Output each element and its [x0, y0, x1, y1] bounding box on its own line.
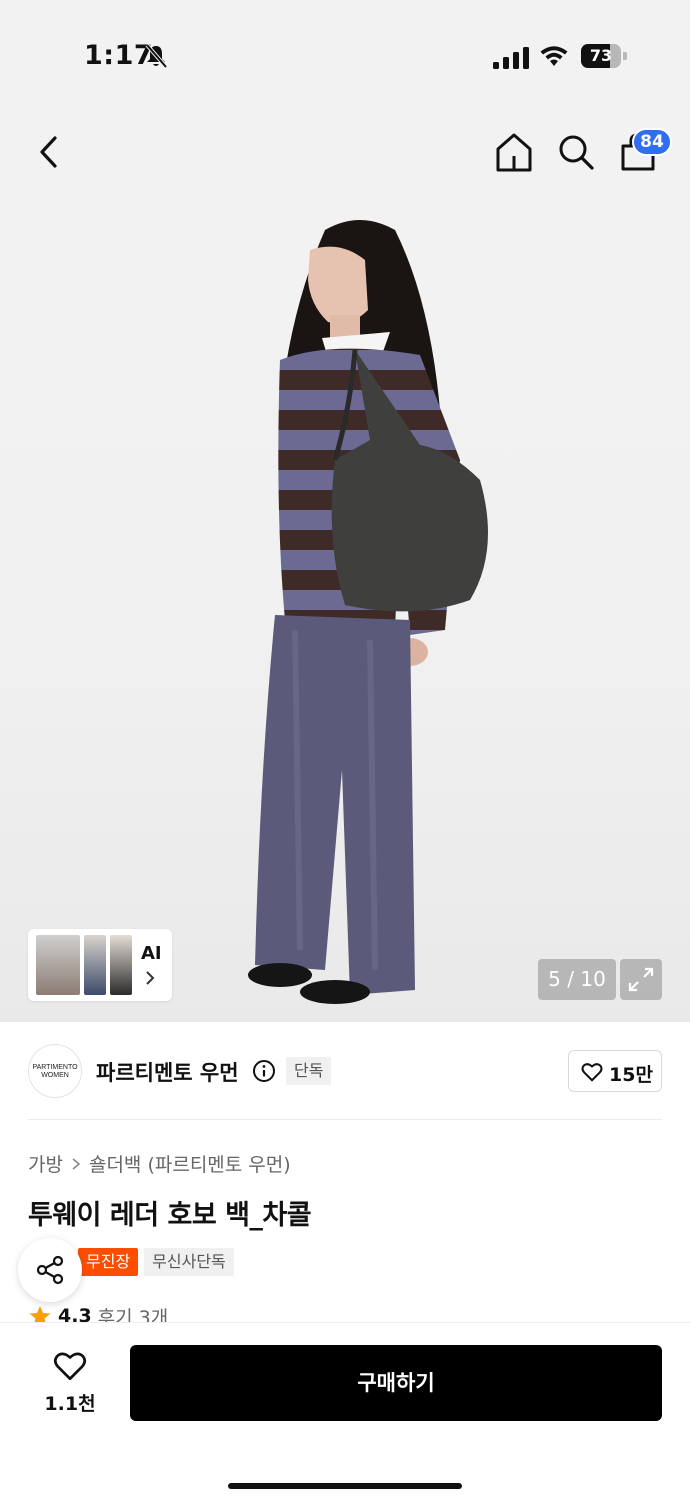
heart-icon [581, 1063, 603, 1082]
brand-name[interactable]: 파르티멘토 우먼 [96, 1057, 239, 1087]
ai-styling-button[interactable]: AI [28, 929, 172, 1001]
back-icon[interactable] [30, 130, 70, 174]
home-indicator [228, 1483, 462, 1489]
buy-button[interactable]: 구매하기 [130, 1345, 662, 1421]
share-icon [36, 1255, 64, 1285]
brand-logo[interactable]: PARTIMENTO WOMEN [28, 1044, 82, 1098]
wishlist-button[interactable]: 1.1천 [30, 1343, 110, 1423]
breadcrumb-item-category[interactable]: 가방 [28, 1150, 63, 1177]
tag-musinsa-exclusive: 무신사단독 [144, 1248, 234, 1276]
expand-icon[interactable] [620, 959, 662, 1000]
brand-like-button[interactable]: 15만 [568, 1050, 662, 1092]
product-model-photo [248, 220, 488, 1004]
breadcrumb: 가방 숄더백 (파르티멘토 우먼) [28, 1150, 291, 1177]
brand-row: PARTIMENTO WOMEN 파르티멘토 우먼 단독 15만 [28, 1042, 662, 1102]
thumbnail-image [110, 935, 132, 995]
thumbnail-image [36, 935, 80, 995]
image-counter: 5 / 10 [538, 959, 616, 1000]
wishlist-count: 1.1천 [44, 1393, 96, 1415]
cart-count-badge: 84 [632, 128, 672, 156]
bottom-action-bar: 1.1천 구매하기 [0, 1322, 690, 1500]
brand-like-count: 15만 [609, 1064, 653, 1086]
chevron-right-icon [72, 1157, 81, 1170]
bell-slash-icon [145, 43, 168, 69]
thumbnail-image [84, 935, 106, 995]
info-icon[interactable] [252, 1059, 276, 1083]
status-time: 1:17 [84, 40, 154, 71]
ai-label: AI [141, 943, 162, 964]
heart-icon [53, 1352, 87, 1381]
divider [28, 1119, 662, 1120]
product-tags: 무진장 무신사단독 [78, 1248, 234, 1276]
exclusive-tag: 단독 [286, 1057, 332, 1085]
chevron-right-icon [146, 971, 155, 985]
tag-mujinjang: 무진장 [78, 1248, 139, 1276]
battery-indicator: 73 [581, 44, 627, 68]
wifi-icon [540, 46, 568, 66]
product-image-gallery[interactable]: 1:17 73 84 AI 5 / 10 [0, 0, 690, 1022]
breadcrumb-item-subcategory[interactable]: 숄더백 (파르티멘토 우먼) [89, 1150, 291, 1177]
status-bar: 1:17 73 [0, 0, 690, 110]
product-title: 투웨이 레더 호보 백_차콜 [28, 1200, 312, 1231]
battery-percent: 73 [589, 46, 613, 65]
search-icon[interactable] [556, 130, 596, 174]
signal-icon [493, 47, 529, 69]
share-button[interactable] [18, 1238, 82, 1302]
home-icon[interactable] [494, 130, 534, 174]
